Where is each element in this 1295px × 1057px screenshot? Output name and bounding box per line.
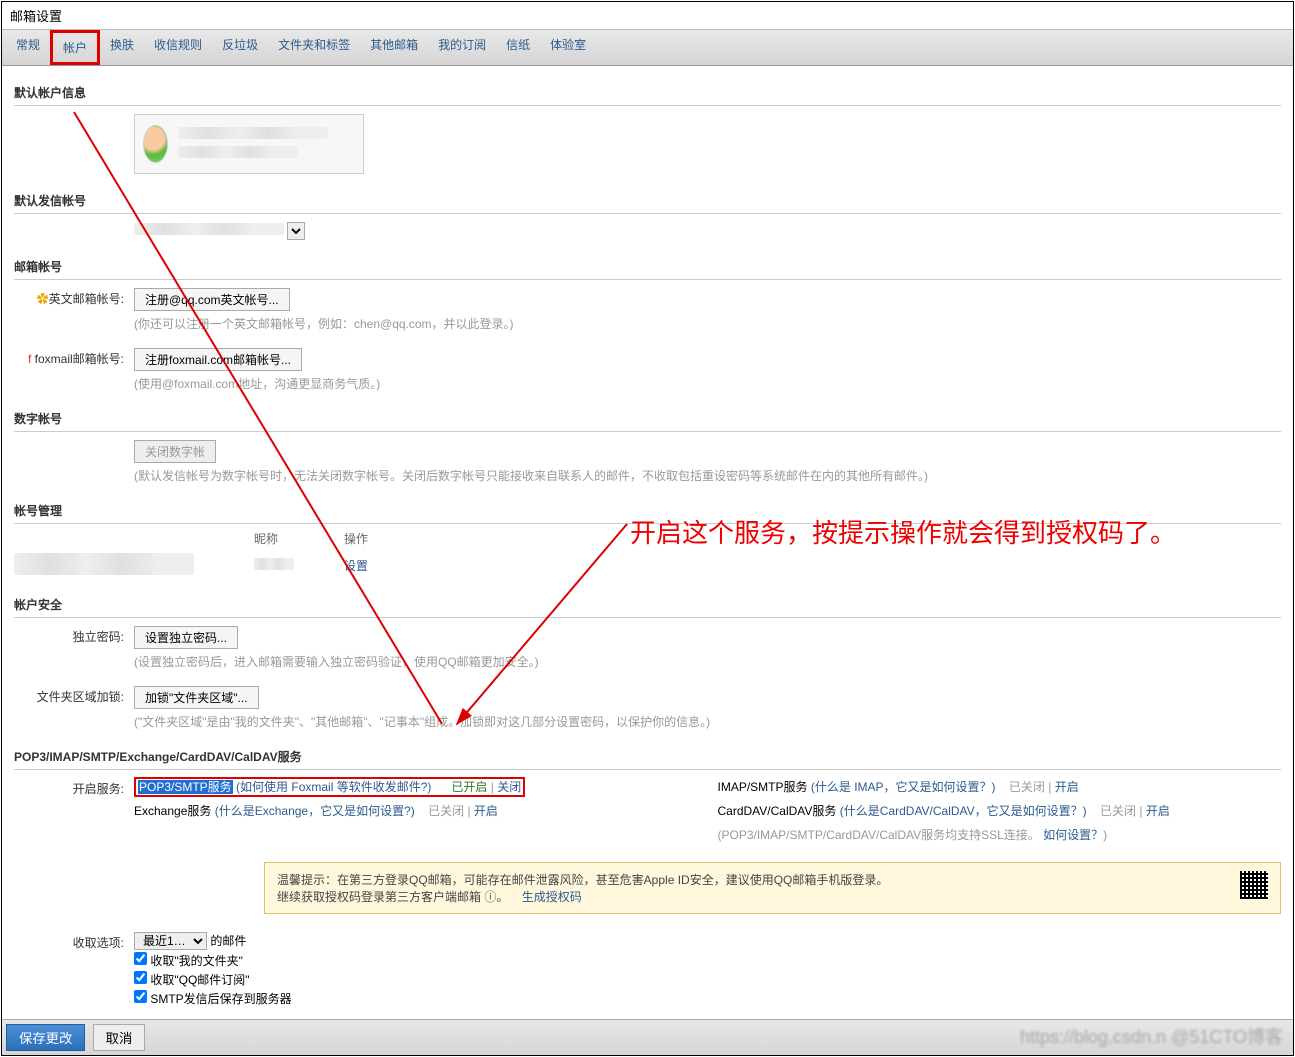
pop3-status: 已开启 [451,780,487,794]
col-ops: 操作 [344,530,414,547]
digital-hint: (默认发信帐号为数字帐号时，无法关闭数字帐号。关闭后数字帐号只能接收来自联系人的… [134,467,1281,484]
receive-range-select[interactable]: 最近1… [134,932,207,950]
cb-qq-subscribe[interactable] [134,971,147,984]
set-indie-pwd-button[interactable]: 设置独立密码... [134,626,238,649]
avatar-card[interactable] [134,114,364,174]
pop3-smtp-service: POP3/SMTP服务 [138,780,233,794]
foxmail-hint: (使用@foxmail.com地址，沟通更显商务气质。) [134,375,1281,392]
pop3-help-link[interactable]: (如何使用 Foxmail 等软件收发邮件?) [236,780,431,794]
tab-bar: 常规 帐户 换肤 收信规则 反垃圾 文件夹和标签 其他邮箱 我的订阅 信纸 体验… [2,29,1293,66]
section-default-account: 默认帐户信息 [14,84,1281,106]
exchange-open-link[interactable]: 开启 [474,804,498,818]
exchange-status: 已关闭 [428,804,464,818]
gen-auth-code-link[interactable]: 生成授权码 [522,890,582,904]
carddav-service: CardDAV/CalDAV服务 [718,804,837,818]
section-default-send: 默认发信帐号 [14,192,1281,214]
avatar [143,125,168,163]
indie-pwd-hint: (设置独立密码后，进入邮箱需要输入独立密码验证，使用QQ邮箱更加安全。) [134,653,1281,670]
window-title: 邮箱设置 [2,2,1293,29]
section-digital: 数字帐号 [14,410,1281,432]
tab-rules[interactable]: 收信规则 [144,30,212,65]
folder-lock-hint: ("文件夹区域"是由"我的文件夹"、"其他邮箱"、"记事本"组成。加锁即对这几部… [134,713,1281,730]
exchange-help-link[interactable]: (什么是Exchange，它又是如何设置?) [215,804,415,818]
tab-account[interactable]: 帐户 [50,30,100,65]
send-account-select[interactable] [287,222,305,240]
cb-smtp-save[interactable] [134,990,147,1003]
managed-account-redacted [14,553,194,575]
ssl-howto-link[interactable]: 如何设置？ [1043,828,1103,842]
register-english-button[interactable]: 注册@qq.com英文帐号... [134,288,290,311]
imap-open-link[interactable]: 开启 [1055,780,1079,794]
tip-text: 温馨提示：在第三方登录QQ邮箱，可能存在邮件泄露风险，甚至危害Apple ID安… [277,871,1228,888]
watermark: https://blog.csdn.n @51CTO博客 [1020,1023,1283,1049]
tab-skin[interactable]: 换肤 [100,30,144,65]
english-mail-hint: (你还可以注册一个英文邮箱帐号，例如：chen@qq.com，并以此登录。) [134,315,1281,332]
account-email-redacted [178,146,298,158]
manage-settings-link[interactable]: 设置 [344,559,368,573]
folder-lock-button[interactable]: 加锁"文件夹区域"... [134,686,259,709]
section-services: POP3/IMAP/SMTP/Exchange/CardDAV/CalDAV服务 [14,748,1281,770]
indie-pwd-label: 独立密码: [14,626,134,670]
qr-code-icon [1240,871,1268,899]
save-button[interactable]: 保存更改 [6,1024,85,1051]
account-name-redacted [178,127,328,139]
receive-suffix: 的邮件 [210,934,246,948]
cancel-button[interactable]: 取消 [93,1024,146,1051]
tab-spam[interactable]: 反垃圾 [212,30,268,65]
section-mail-account: 邮箱帐号 [14,258,1281,280]
exchange-service: Exchange服务 [134,804,211,818]
imap-help-link[interactable]: (什么是 IMAP，它又是如何设置？) [811,780,996,794]
tab-general[interactable]: 常规 [6,30,50,65]
carddav-status: 已关闭 [1100,804,1136,818]
tip-box: 温馨提示：在第三方登录QQ邮箱，可能存在邮件泄露风险，甚至危害Apple ID安… [264,862,1281,914]
tip-text-2: 继续获取授权码登录第三方客户端邮箱 ⓘ。 [277,890,508,904]
tab-folders[interactable]: 文件夹和标签 [268,30,360,65]
send-account-redacted [134,223,284,235]
tab-stationery[interactable]: 信纸 [496,30,540,65]
footer: 保存更改 取消 https://blog.csdn.n @51CTO博客 [2,1019,1293,1055]
carddav-help-link[interactable]: (什么是CardDAV/CalDAV，它又是如何设置？) [840,804,1087,818]
register-foxmail-button[interactable]: 注册foxmail.com邮箱帐号... [134,348,302,371]
close-digital-button[interactable]: 关闭数字帐 [134,440,216,463]
english-mail-label: 英文邮箱帐号: [49,292,124,306]
ssl-note: (POP3/IMAP/SMTP/CardDAV/CalDAV服务均支持SSL连接… [718,828,1040,842]
carddav-open-link[interactable]: 开启 [1146,804,1170,818]
receive-label: 收取选项: [14,932,134,1007]
folder-lock-label: 文件夹区域加锁: [14,686,134,730]
section-security: 帐户安全 [14,596,1281,618]
pop3-close-link[interactable]: 关闭 [497,780,521,794]
tab-subscribe[interactable]: 我的订阅 [428,30,496,65]
tab-other-mail[interactable]: 其他邮箱 [360,30,428,65]
col-nick: 昵称 [254,530,324,547]
services-label: 开启服务: [14,778,134,914]
cb-my-folders[interactable] [134,952,147,965]
tab-lab[interactable]: 体验室 [540,30,596,65]
imap-status: 已关闭 [1009,780,1045,794]
imap-service: IMAP/SMTP服务 [718,780,808,794]
foxmail-label: foxmail邮箱帐号: [35,352,124,366]
annotation-text: 开启这个服务，按提示操作就会得到授权码了。 [630,514,1176,553]
